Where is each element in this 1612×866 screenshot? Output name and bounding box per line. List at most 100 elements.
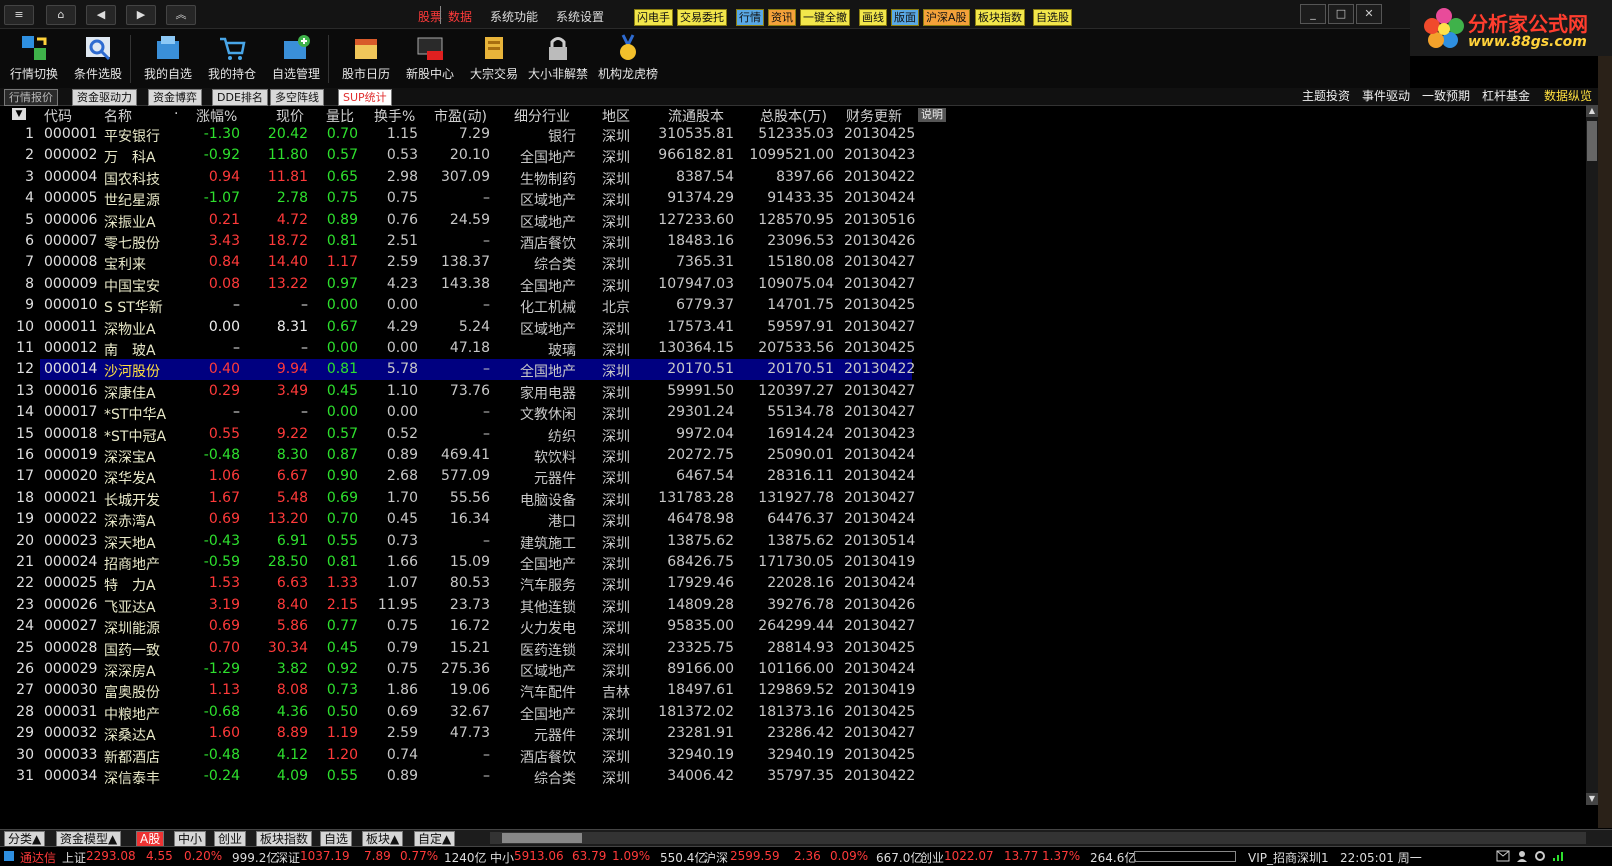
table-row[interactable]: 25 000028 国药一致 0.70 30.34 0.45 0.79 15.21 医药连锁 深圳… — [0, 638, 1540, 659]
toolbar-button[interactable]: 股市日历 — [334, 31, 398, 87]
right-tab[interactable]: 一致预期 — [1422, 89, 1470, 104]
close-icon[interactable]: ✕ — [1356, 4, 1382, 24]
table-row[interactable]: 19 000022 深赤湾A 0.69 13.20 0.70 0.45 16.34 港口 深圳 46… — [0, 509, 1540, 530]
table-row[interactable]: 6 000007 零七股份 3.43 18.72 0.81 2.51 – 酒店餐饮 深圳 18483… — [0, 231, 1540, 252]
help-button[interactable]: 说明 — [918, 108, 946, 122]
quick-button[interactable]: 交易委托 — [677, 9, 727, 26]
view-tab[interactable]: 资金博弈 — [148, 89, 202, 106]
quick-button[interactable]: 闪电手 — [634, 9, 673, 26]
vertical-scrollbar[interactable]: ▲ ▼ — [1586, 105, 1598, 805]
table-row[interactable]: 12 000014 沙河股份 0.40 9.94 0.81 5.78 – 全国地产 深圳 20170… — [0, 359, 1540, 381]
right-tab[interactable]: 主题投资 — [1302, 89, 1350, 104]
table-row[interactable]: 17 000020 深华发A 1.06 6.67 0.90 2.68 577.09 元器件 深圳 6… — [0, 466, 1540, 487]
table-row[interactable]: 18 000021 长城开发 1.67 5.48 0.69 1.70 55.56 电脑设备 深圳 1… — [0, 488, 1540, 509]
quick-button[interactable]: 板块指数 — [975, 9, 1025, 26]
right-tab[interactable]: 数据纵览 — [1544, 89, 1592, 104]
restore-icon[interactable]: □ — [1328, 4, 1354, 24]
table-row[interactable]: 24 000027 深圳能源 0.69 5.86 0.77 0.75 16.72 火力发电 深圳 9… — [0, 616, 1540, 637]
right-tab[interactable]: 杠杆基金 — [1482, 89, 1530, 104]
scroll-up-icon[interactable]: ▲ — [1586, 105, 1598, 117]
table-row[interactable]: 2 000002 万 科A -0.92 11.80 0.57 0.53 20.10 全国地产 深圳… — [0, 145, 1540, 166]
table-row[interactable]: 22 000025 特 力A 1.53 6.63 1.33 1.07 80.53 汽车服务 深圳 1… — [0, 573, 1540, 594]
top-menu-item[interactable]: 数据 — [448, 8, 472, 25]
home-icon[interactable]: ⌂ — [46, 5, 76, 25]
quick-button[interactable]: 版面 — [891, 9, 919, 26]
table-row[interactable]: 30 000033 新都酒店 -0.48 4.12 1.20 0.74 – 酒店餐饮 深圳 3294… — [0, 745, 1540, 766]
minimize-icon[interactable]: _ — [1300, 4, 1326, 24]
right-tab[interactable]: 事件驱动 — [1362, 89, 1410, 104]
quick-button[interactable]: 画线 — [859, 9, 887, 26]
bottom-tab[interactable]: 中小 — [174, 831, 207, 847]
table-row[interactable]: 31 000034 深信泰丰 -0.24 4.09 0.55 0.89 – 综合类 深圳 34006… — [0, 766, 1540, 787]
column-header[interactable]: 现价 — [276, 106, 304, 126]
bottom-tab[interactable]: 自定▲ — [414, 831, 456, 847]
toolbar-button[interactable]: 行情切换 — [2, 31, 66, 87]
table-row[interactable]: 13 000016 深康佳A 0.29 3.49 0.45 1.10 73.76 家用电器 深圳 5… — [0, 381, 1540, 402]
view-tab[interactable]: DDE排名 — [212, 89, 268, 106]
bottom-tab[interactable]: 板块▲ — [362, 831, 404, 847]
user-icon[interactable] — [1516, 850, 1528, 862]
table-row[interactable]: 23 000026 飞亚达A 3.19 8.40 2.15 11.95 23.73 其他连锁 深圳… — [0, 595, 1540, 616]
sort-dropdown-button[interactable]: ▼ — [12, 108, 26, 120]
quick-button[interactable]: 行情 — [736, 9, 764, 26]
table-row[interactable]: 29 000032 深桑达A 1.60 8.89 1.19 2.59 47.73 元器件 深圳 23… — [0, 723, 1540, 744]
scroll-down-icon[interactable]: ▼ — [1586, 793, 1598, 805]
quick-button[interactable]: 自选股 — [1033, 9, 1072, 26]
table-row[interactable]: 20 000023 深天地A -0.43 6.91 0.55 0.73 – 建筑施工 深圳 1387… — [0, 531, 1540, 552]
column-header[interactable]: 市盈(动) — [434, 106, 487, 126]
back-icon[interactable]: ◀ — [86, 5, 116, 25]
table-row[interactable]: 1 000001 平安银行 -1.30 20.42 0.70 1.15 7.29 银行 深圳 310… — [0, 124, 1540, 145]
table-row[interactable]: 7 000008 宝利来 0.84 14.40 1.17 2.59 138.37 综合类 深圳 73… — [0, 252, 1540, 273]
table-row[interactable]: 16 000019 深深宝A -0.48 8.30 0.87 0.89 469.41 软饮料 深圳… — [0, 445, 1540, 466]
column-header[interactable]: 涨幅% — [196, 106, 237, 126]
view-tab[interactable]: 行情报价 — [4, 89, 58, 106]
column-header[interactable]: 总股本(万) — [760, 106, 827, 126]
quick-button[interactable]: 资讯 — [768, 9, 796, 26]
view-tab[interactable]: 资金驱动力 — [72, 89, 137, 106]
table-row[interactable]: 14 000017 *ST中华A – – 0.00 0.00 – 文教休闲 深圳 29301.24 5… — [0, 402, 1540, 423]
table-row[interactable]: 27 000030 富奥股份 1.13 8.08 0.73 1.86 19.06 汽车配件 吉林 1… — [0, 680, 1540, 701]
toolbar-button[interactable]: 条件选股 — [66, 31, 130, 87]
toolbar-button[interactable]: 新股中心 — [398, 31, 462, 87]
bottom-tab[interactable]: 自选 — [320, 831, 353, 847]
column-header[interactable]: 换手% — [374, 106, 415, 126]
column-header[interactable]: 财务更新 — [846, 106, 902, 126]
column-header[interactable]: 代码 — [44, 106, 72, 126]
toolbar-button[interactable]: 大小非解禁 — [526, 31, 590, 87]
column-header[interactable]: 流通股本 — [668, 106, 724, 126]
bottom-tab[interactable]: A股 — [136, 831, 165, 847]
table-row[interactable]: 21 000024 招商地产 -0.59 28.50 0.81 1.66 15.09 全国地产 深… — [0, 552, 1540, 573]
column-header[interactable]: 地区 — [602, 106, 630, 126]
table-row[interactable]: 26 000029 深深房A -1.29 3.82 0.92 0.75 275.36 区域地产 深… — [0, 659, 1540, 680]
quick-button[interactable]: 沪深A股 — [923, 9, 970, 26]
forward-icon[interactable]: ▶ — [126, 5, 156, 25]
table-row[interactable]: 8 000009 中国宝安 0.08 13.22 0.97 4.23 143.38 全国地产 深圳… — [0, 274, 1540, 295]
collapse-icon[interactable]: ︽ — [166, 5, 196, 25]
hscroll-thumb[interactable] — [502, 833, 582, 843]
table-row[interactable]: 5 000006 深振业A 0.21 4.72 0.89 0.76 24.59 区域地产 深圳 12… — [0, 210, 1540, 231]
bottom-tab[interactable]: 分类▲ — [4, 831, 46, 847]
top-menu-item[interactable]: 系统设置 — [556, 8, 604, 25]
toolbar-button[interactable]: 我的持仓 — [200, 31, 264, 87]
horizontal-scrollbar[interactable] — [490, 832, 1586, 844]
top-menu-item[interactable]: 系统功能 — [490, 8, 538, 25]
settings-icon[interactable] — [1534, 850, 1546, 862]
bottom-tab[interactable]: 板块指数 — [256, 831, 313, 847]
bottom-tab[interactable]: 创业 — [214, 831, 247, 847]
table-row[interactable]: 9 000010 S ST华新 – – 0.00 0.00 – 化工机械 北京 6779.37 147… — [0, 295, 1540, 316]
toolbar-button[interactable]: 大宗交易 — [462, 31, 526, 87]
toolbar-button[interactable]: 自选管理 — [264, 31, 328, 87]
menu-icon[interactable]: ≡ — [4, 5, 34, 25]
column-header[interactable]: 细分行业 — [514, 106, 570, 126]
table-row[interactable]: 10 000011 深物业A 0.00 8.31 0.67 4.29 5.24 区域地产 深圳 17… — [0, 317, 1540, 338]
top-menu-item[interactable]: 股票 — [418, 8, 442, 25]
toolbar-button[interactable]: 机构龙虎榜 — [596, 31, 660, 87]
column-header[interactable]: 名称 — [104, 106, 132, 126]
column-header[interactable]: · — [174, 106, 178, 122]
toolbar-button[interactable]: 我的自选 — [136, 31, 200, 87]
bottom-tab[interactable]: 资金模型▲ — [56, 831, 122, 847]
view-tab[interactable]: 多空阵线 — [270, 89, 324, 106]
table-row[interactable]: 3 000004 国农科技 0.94 11.81 0.65 2.98 307.09 生物制药 深圳… — [0, 167, 1540, 188]
table-row[interactable]: 4 000005 世纪星源 -1.07 2.78 0.75 0.75 – 区域地产 深圳 91374… — [0, 188, 1540, 209]
table-row[interactable]: 15 000018 *ST中冠A 0.55 9.22 0.57 0.52 – 纺织 深圳 9972.… — [0, 424, 1540, 445]
